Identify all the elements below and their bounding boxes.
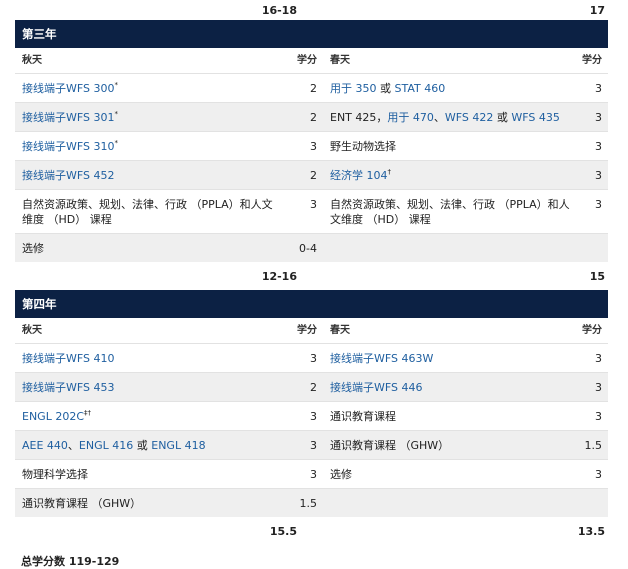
credits-value: 3 [277,401,324,431]
credits-value: 3 [570,102,608,132]
course-link[interactable]: 接线端子WFS 446 [330,381,423,394]
credits-value: 2 [277,160,324,190]
credits-value: 3 [570,131,608,161]
footnote-mark: * [114,139,119,147]
credits-value: 3 [570,73,608,103]
credits-value: 3 [277,189,324,234]
course-link[interactable]: 经济学 104 [330,169,388,182]
course-text: 物理科学选择 [15,459,277,489]
course-text: 用于 350 或 STAT 460 [324,73,570,103]
course-text: 野生动物选择 [324,131,570,161]
course-link[interactable]: 接线端子WFS 463W [330,352,433,365]
course-text: 自然资源政策、规划、法律、行政 （PPLA）和人文维度 （HD） 课程 [15,189,277,234]
table-row: 选修 0-4 [15,233,608,262]
table-row: 接线端子WFS 300* 2 用于 350 或 STAT 460 3 [15,73,608,103]
year4-spring-sum: 13.5 [577,524,605,538]
course-text [324,488,570,517]
year4-header: 第四年 [15,290,608,318]
credits-label: 学分 [582,55,602,66]
course-text: AEE 440、ENGL 416 或 ENGL 418 [15,430,277,460]
year3-header: 第三年 [15,20,608,48]
course-text: 自然资源政策、规划、法律、行政 （PPLA）和人文维度 （HD） 课程 [324,189,570,234]
fall-label: 秋天 [22,55,42,66]
year4-table: 秋天 学分 春天 学分 接线端子WFS 410 3 接线端子WFS 463W 3… [15,318,608,517]
credits-value: 3 [570,372,608,402]
credits-value: 3 [277,459,324,489]
credits-value: 3 [277,131,324,161]
table-row: AEE 440、ENGL 416 或 ENGL 418 3 通识教育课程 （GH… [15,430,608,460]
total-credits: 总学分数 119-129 [21,555,120,568]
year2-spring-sum: 17 [589,3,605,17]
year4-sum-row: 15.5 13.5 [0,517,628,545]
course-text: 通识教育课程 （GHW） [15,488,277,517]
credits-value: 2 [277,372,324,402]
footnote-mark: ‡† [84,409,92,417]
table-row: 通识教育课程 （GHW） 1.5 [15,488,608,517]
course-text: 通识教育课程 （GHW） [324,430,570,460]
course-link[interactable]: ENGL 202C [22,410,84,423]
credits-value: 1.5 [570,430,608,460]
table-row: ENGL 202C‡† 3 通识教育课程 3 [15,401,608,431]
course-link[interactable]: 接线端子WFS 410 [22,352,115,365]
credits-value: 2 [277,102,324,132]
footnote-mark: † [387,168,392,176]
credits-value: 1.5 [277,488,324,517]
course-link[interactable]: 接线端子WFS 301 [22,111,115,124]
course-text [324,233,570,262]
table-row: 物理科学选择 3 选修 3 [15,459,608,489]
spring-label: 春天 [330,55,350,66]
course-link[interactable]: 接线端子WFS 300 [22,82,115,95]
credits-value: 3 [570,459,608,489]
year2-fall-sum: 16-18 [261,3,297,17]
year2-sum-row: 16-18 17 [0,0,628,20]
table-row: 接线端子WFS 301* 2 ENT 425，用于 470、WFS 422 或 … [15,102,608,132]
credits-value: 3 [570,343,608,373]
course-link[interactable]: ENGL 418 [151,439,205,452]
course-text: 选修 [15,233,277,262]
table-row: 接线端子WFS 410 3 接线端子WFS 463W 3 [15,343,608,373]
credits-value: 3 [570,401,608,431]
plan-of-study: 16-18 17 第三年 秋天 学分 春天 学分 接线端子WFS 300* 2 … [0,0,628,569]
credits-label: 学分 [582,325,602,336]
fall-label: 秋天 [22,325,42,336]
course-link[interactable]: WFS 422 [445,111,494,124]
table-row: 自然资源政策、规划、法律、行政 （PPLA）和人文维度 （HD） 课程 3 自然… [15,189,608,234]
year4-fall-sum: 15.5 [269,524,297,538]
table-row: 接线端子WFS 452 2 经济学 104† 3 [15,160,608,190]
course-link[interactable]: 用于 350 [330,82,377,95]
credits-value: 3 [277,430,324,460]
course-link[interactable]: 接线端子WFS 452 [22,169,115,182]
table-row: 接线端子WFS 453 2 接线端子WFS 446 3 [15,372,608,402]
course-link[interactable]: 接线端子WFS 453 [22,381,115,394]
table-row: 接线端子WFS 310* 3 野生动物选择 3 [15,131,608,161]
course-link[interactable]: STAT 460 [395,82,446,95]
credits-value: 0-4 [277,233,324,262]
course-link[interactable]: ENGL 416 [79,439,133,452]
course-text: ENT 425，用于 470、WFS 422 或 WFS 435 [324,102,570,132]
year3-spring-sum: 15 [589,269,605,283]
year3-fall-sum: 12-16 [261,269,297,283]
credits-value: 3 [277,343,324,373]
credits-value: 2 [277,73,324,103]
footnote-mark: * [114,110,119,118]
credits-value [570,488,608,517]
year3-sum-row: 12-16 15 [0,262,628,290]
credits-value: 3 [570,189,608,234]
credits-label: 学分 [297,325,317,336]
credits-value [570,233,608,262]
course-link[interactable]: 接线端子WFS 310 [22,140,115,153]
spring-label: 春天 [330,325,350,336]
course-text: 选修 [324,459,570,489]
footnote-mark: * [114,81,119,89]
course-link[interactable]: 用于 470 [387,111,434,124]
course-text: 通识教育课程 [324,401,570,431]
year3-table: 秋天 学分 春天 学分 接线端子WFS 300* 2 用于 350 或 STAT… [15,48,608,262]
credits-value: 3 [570,160,608,190]
course-link[interactable]: WFS 435 [511,111,560,124]
credits-label: 学分 [297,55,317,66]
course-link[interactable]: AEE 440 [22,439,68,452]
